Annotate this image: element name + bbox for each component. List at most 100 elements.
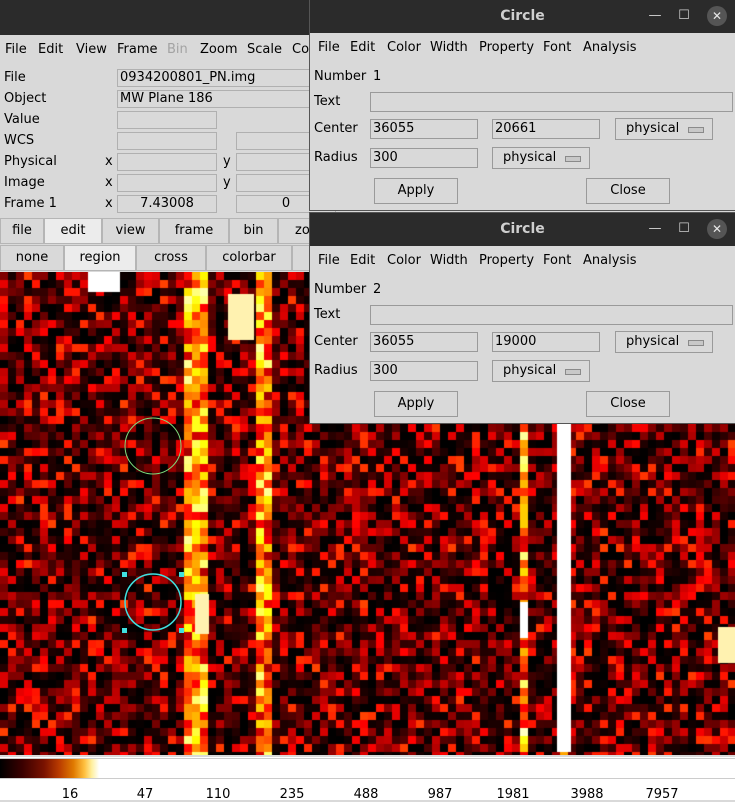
center-label: Center bbox=[314, 121, 358, 136]
close-icon[interactable]: ✕ bbox=[707, 219, 727, 239]
menu-file[interactable]: File bbox=[5, 42, 27, 57]
minimize-icon[interactable]: — bbox=[647, 222, 663, 236]
wcs-y-field bbox=[236, 132, 312, 150]
radius-input[interactable]: 300 bbox=[370, 361, 478, 381]
object-value: MW Plane 186 bbox=[117, 90, 312, 108]
radius-label: Radius bbox=[314, 150, 358, 165]
dialog-menu-analysis[interactable]: Analysis bbox=[583, 40, 637, 55]
minimize-icon[interactable]: — bbox=[647, 9, 663, 23]
buttonbar-bin[interactable]: bin bbox=[229, 218, 278, 244]
dialog-menu-width[interactable]: Width bbox=[430, 253, 468, 268]
center-y-input[interactable]: 19000 bbox=[492, 332, 600, 352]
image-x-field bbox=[117, 174, 217, 192]
buttonbar-colorbar[interactable]: colorbar bbox=[206, 245, 292, 271]
maximize-icon[interactable]: ☐ bbox=[676, 9, 692, 23]
text-label: Text bbox=[314, 307, 341, 322]
radius-system-select[interactable]: physical bbox=[492, 147, 590, 169]
physical-y-label: y bbox=[223, 154, 231, 169]
radius-system-value: physical bbox=[503, 150, 557, 165]
region-circle-1[interactable] bbox=[124, 417, 182, 475]
text-input[interactable] bbox=[370, 305, 733, 325]
colorbar: 16 47 110 235 488 987 1981 3988 7957 bbox=[0, 757, 735, 802]
dialog-menu-width[interactable]: Width bbox=[430, 40, 468, 55]
dialog-menu-edit[interactable]: Edit bbox=[350, 253, 375, 268]
center-system-value: physical bbox=[626, 121, 680, 136]
dialog-menu-property[interactable]: Property bbox=[479, 40, 534, 55]
value-label: Value bbox=[4, 112, 40, 127]
close-button[interactable]: Close bbox=[586, 391, 670, 417]
buttonbar-none[interactable]: none bbox=[0, 245, 64, 271]
frame-x-field: 7.43008 bbox=[117, 195, 217, 213]
close-icon[interactable]: ✕ bbox=[707, 6, 727, 26]
dialog-menu-analysis[interactable]: Analysis bbox=[583, 253, 637, 268]
menu-edit[interactable]: Edit bbox=[38, 42, 63, 57]
apply-button[interactable]: Apply bbox=[374, 178, 458, 204]
region-handle-se[interactable] bbox=[179, 628, 184, 633]
center-system-select[interactable]: physical bbox=[615, 331, 713, 353]
center-x-input[interactable]: 36055 bbox=[370, 119, 478, 139]
dialog-titlebar[interactable]: Circle bbox=[310, 213, 735, 246]
dialog-menu-font[interactable]: Font bbox=[543, 40, 571, 55]
frame-x-label: x bbox=[105, 196, 113, 211]
region-handle-sw[interactable] bbox=[122, 628, 127, 633]
region-handle-ne[interactable] bbox=[179, 572, 184, 577]
radius-system-select[interactable]: physical bbox=[492, 360, 590, 382]
file-value: 0934200801_PN.img bbox=[117, 69, 312, 87]
buttonbar-file[interactable]: file bbox=[0, 218, 44, 244]
dialog-menu-edit[interactable]: Edit bbox=[350, 40, 375, 55]
center-system-select[interactable]: physical bbox=[615, 118, 713, 140]
image-y-label: y bbox=[223, 175, 231, 190]
menu-frame[interactable]: Frame bbox=[117, 42, 158, 57]
menu-color[interactable]: Co bbox=[292, 42, 309, 57]
menu-view[interactable]: View bbox=[76, 42, 107, 57]
dialog-menu-property[interactable]: Property bbox=[479, 253, 534, 268]
maximize-icon[interactable]: ☐ bbox=[676, 222, 692, 236]
dropdown-indicator-icon bbox=[565, 369, 581, 375]
object-label: Object bbox=[4, 91, 47, 106]
center-x-input[interactable]: 36055 bbox=[370, 332, 478, 352]
number-label: Number bbox=[314, 282, 367, 297]
region-handle-nw[interactable] bbox=[122, 572, 127, 577]
number-value: 1 bbox=[373, 69, 382, 84]
physical-x-label: x bbox=[105, 154, 113, 169]
number-value: 2 bbox=[373, 282, 382, 297]
dropdown-indicator-icon bbox=[565, 156, 581, 162]
text-input[interactable] bbox=[370, 92, 733, 112]
dialog-menu-file[interactable]: File bbox=[318, 40, 340, 55]
close-button[interactable]: Close bbox=[586, 178, 670, 204]
center-label: Center bbox=[314, 334, 358, 349]
center-system-value: physical bbox=[626, 334, 680, 349]
dialog-menu-color[interactable]: Color bbox=[387, 40, 421, 55]
region-circle-2[interactable] bbox=[124, 573, 182, 631]
buttonbar-view[interactable]: view bbox=[102, 218, 159, 244]
circle-dialog-2: Circle — ☐ ✕ File Edit Color Width Prope… bbox=[310, 213, 735, 423]
dropdown-indicator-icon bbox=[688, 340, 704, 346]
physical-label: Physical bbox=[4, 154, 57, 169]
menu-zoom[interactable]: Zoom bbox=[200, 42, 237, 57]
dialog-menu-file[interactable]: File bbox=[318, 253, 340, 268]
frame-label: Frame 1 bbox=[4, 196, 57, 211]
circle-dialog-1: Circle — ☐ ✕ File Edit Color Width Prope… bbox=[310, 0, 735, 210]
dialog-titlebar[interactable]: Circle bbox=[310, 0, 735, 33]
physical-y-field bbox=[236, 153, 312, 171]
apply-button[interactable]: Apply bbox=[374, 391, 458, 417]
value-field bbox=[117, 111, 217, 129]
buttonbar-frame[interactable]: frame bbox=[159, 218, 229, 244]
menu-scale[interactable]: Scale bbox=[247, 42, 282, 57]
menu-bin: Bin bbox=[167, 42, 188, 57]
buttonbar-region[interactable]: region bbox=[64, 245, 136, 271]
dialog-menu-font[interactable]: Font bbox=[543, 253, 571, 268]
center-y-input[interactable]: 20661 bbox=[492, 119, 600, 139]
dialog-menu-color[interactable]: Color bbox=[387, 253, 421, 268]
buttonbar-edit[interactable]: edit bbox=[44, 218, 102, 244]
radius-system-value: physical bbox=[503, 363, 557, 378]
colorbar-gradient[interactable] bbox=[0, 758, 735, 779]
file-label: File bbox=[4, 70, 26, 85]
dropdown-indicator-icon bbox=[688, 127, 704, 133]
buttonbar-cross[interactable]: cross bbox=[136, 245, 206, 271]
physical-x-field bbox=[117, 153, 217, 171]
radius-input[interactable]: 300 bbox=[370, 148, 478, 168]
image-x-label: x bbox=[105, 175, 113, 190]
text-label: Text bbox=[314, 94, 341, 109]
wcs-x-field bbox=[117, 132, 217, 150]
